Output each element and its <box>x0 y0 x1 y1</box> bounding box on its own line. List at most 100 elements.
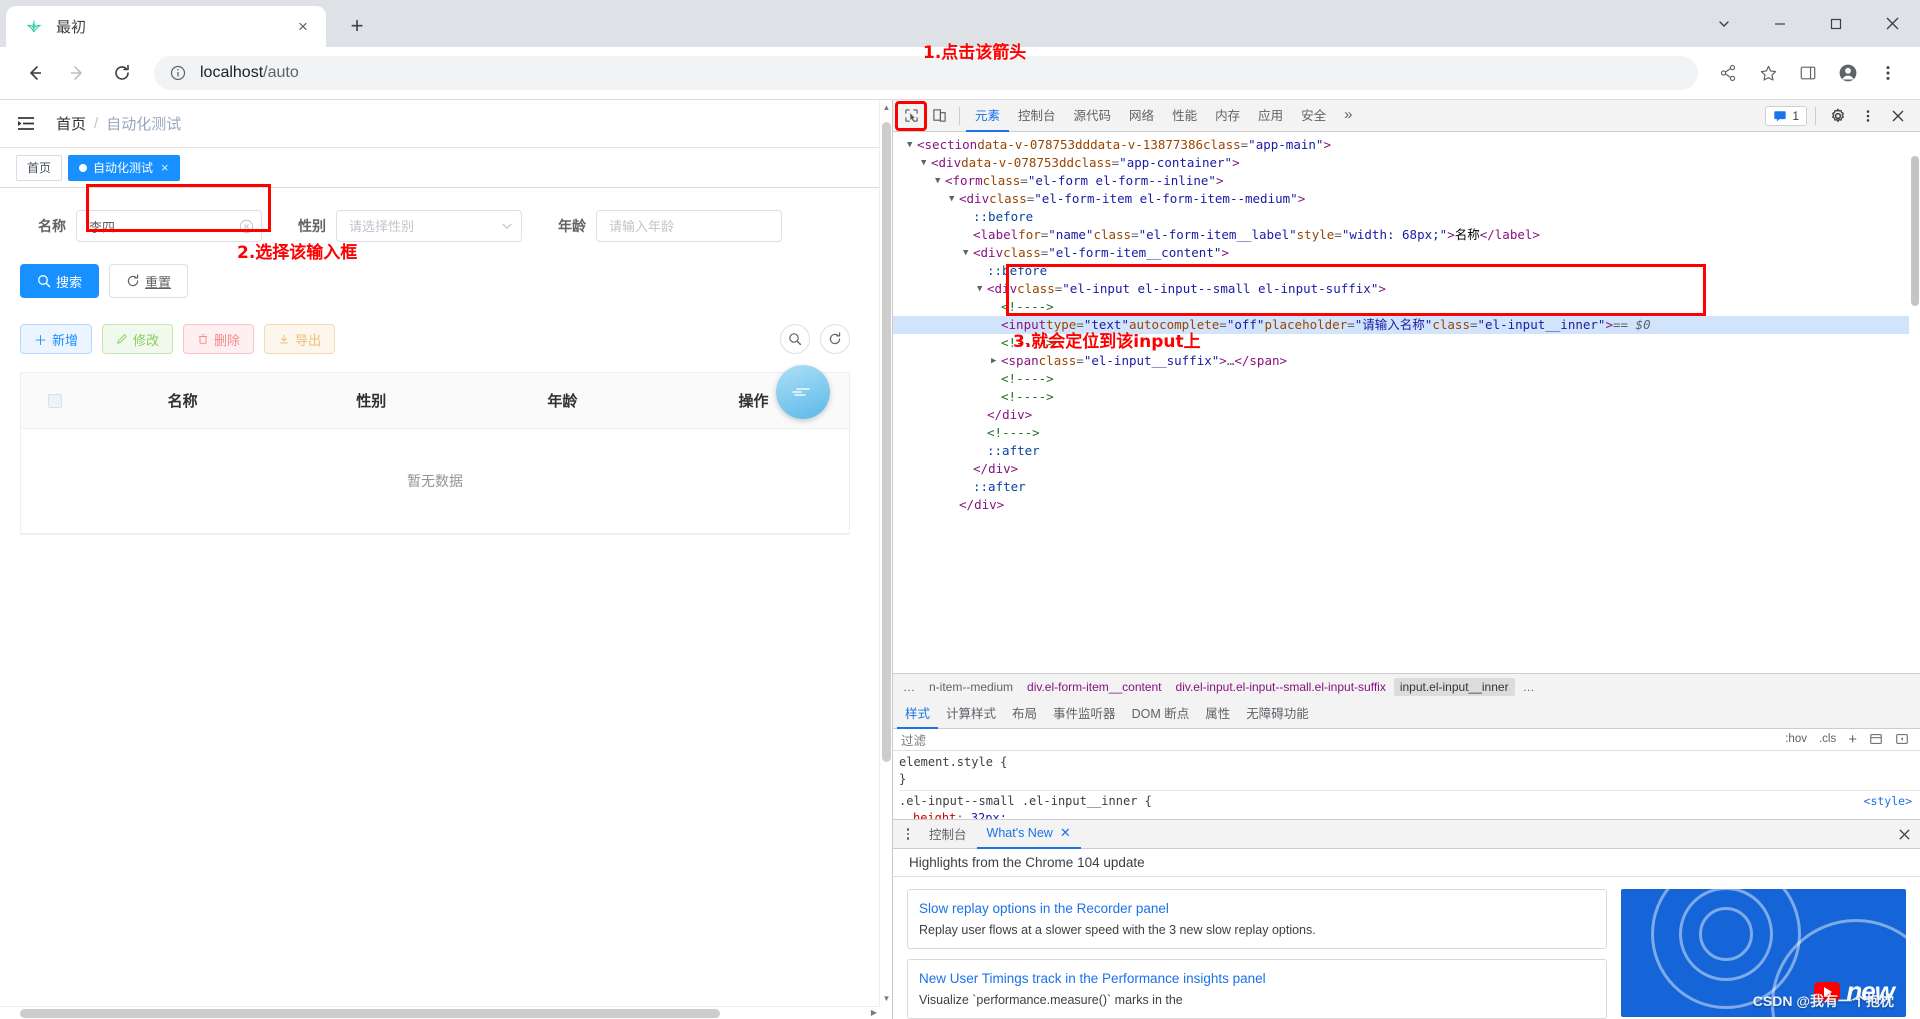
page-vertical-scrollbar[interactable]: ▲ ▼ <box>879 100 892 1019</box>
breadcrumb-el-input[interactable]: div.el-input.el-input--small.el-input-su… <box>1170 678 1392 696</box>
tag-item-home[interactable]: 首页 <box>16 154 63 181</box>
dom-tree-line[interactable]: ▼ < div data-v-078753dd class = "app-contain… <box>893 154 1920 172</box>
kebab-menu-icon[interactable] <box>1871 56 1905 90</box>
message-badge[interactable]: 1 <box>1765 105 1807 126</box>
scroll-up-arrow-icon[interactable]: ▲ <box>882 103 891 112</box>
gender-select[interactable] <box>336 210 522 242</box>
card-title[interactable]: Slow replay options in the Recorder pane… <box>919 899 1595 918</box>
inspect-element-icon[interactable] <box>895 100 927 131</box>
dom-tree-line[interactable]: ::after <box>893 478 1920 496</box>
filter-hov-toggle[interactable]: :hov <box>1782 733 1810 745</box>
delete-button[interactable]: 删除 <box>183 324 255 354</box>
devtools-tab-console[interactable]: 控制台 <box>1009 100 1065 132</box>
dom-tree-line[interactable]: ▼ < div class = "el-input el-input--small el… <box>893 280 1920 298</box>
scroll-right-arrow-icon[interactable]: ▶ <box>871 1008 877 1017</box>
styles-tab-event-listeners[interactable]: 事件监听器 <box>1045 699 1124 729</box>
devtools-close-icon[interactable] <box>1884 103 1912 129</box>
devtools-tab-performance[interactable]: 性能 <box>1163 100 1206 132</box>
table-header-age[interactable]: 年龄 <box>467 390 658 411</box>
tag-item-auto-test[interactable]: 自动化测试 × <box>68 154 180 181</box>
new-tab-button[interactable]: + <box>340 9 374 43</box>
dom-tree-line[interactable]: ::before <box>893 262 1920 280</box>
tab-close-icon[interactable]: × <box>292 16 314 38</box>
filter-cls-toggle[interactable]: .cls <box>1816 733 1839 745</box>
tag-close-icon[interactable]: × <box>161 160 169 175</box>
tab-search-chevron-icon[interactable] <box>1696 0 1752 47</box>
maximize-icon[interactable] <box>1808 0 1864 47</box>
chevron-down-icon[interactable] <box>500 210 514 242</box>
forward-arrow-icon[interactable] <box>60 55 96 91</box>
back-arrow-icon[interactable] <box>16 55 52 91</box>
hamburger-icon[interactable] <box>16 112 40 136</box>
style-rule-source[interactable]: <style> <box>1864 793 1912 810</box>
info-circle-icon[interactable] <box>168 63 188 83</box>
dom-tree-line[interactable]: <!----> <box>893 298 1920 316</box>
whats-new-video-thumbnail[interactable]: new CSDN @我有一个抱枕 <box>1621 889 1906 1017</box>
drawer-tab-close-icon[interactable]: ✕ <box>1060 825 1071 841</box>
devtools-tab-sources[interactable]: 源代码 <box>1065 100 1121 132</box>
reload-icon[interactable] <box>104 55 140 91</box>
dom-tree-line[interactable]: ▶ < span class = "el-input__suffix" >… </span> <box>893 352 1920 370</box>
table-header-name[interactable]: 名称 <box>90 390 276 411</box>
chat-ball-icon[interactable] <box>776 365 830 419</box>
add-button[interactable]: ＋ 新增 <box>20 324 93 354</box>
gear-icon[interactable] <box>1824 103 1852 129</box>
styles-tab-styles[interactable]: 样式 <box>897 699 939 729</box>
page-horizontal-scrollbar[interactable]: ▶ <box>0 1006 880 1019</box>
table-header-gender[interactable]: 性别 <box>276 390 467 411</box>
dom-tree-line[interactable]: ::after <box>893 442 1920 460</box>
dom-tree-line[interactable]: < label for = "name" class = "el-form-item__l… <box>893 226 1920 244</box>
search-button[interactable]: 搜索 <box>20 264 100 298</box>
profile-icon[interactable] <box>1831 56 1865 90</box>
devtools-kebab-menu-icon[interactable] <box>1854 103 1882 129</box>
style-rule-element-style[interactable]: element.style { } <box>899 754 1920 791</box>
styles-filter-input[interactable]: 过滤 <box>901 730 1776 749</box>
dom-tree-line[interactable]: ::before <box>893 208 1920 226</box>
page-vertical-scroll-thumb[interactable] <box>882 122 891 762</box>
table-refresh-icon[interactable] <box>820 324 850 354</box>
scroll-down-arrow-icon[interactable]: ▼ <box>882 994 891 1003</box>
devtools-more-tabs[interactable]: » <box>1335 100 1361 132</box>
dom-tree-scroll-thumb[interactable] <box>1911 156 1919 306</box>
styles-tab-properties[interactable]: 属性 <box>1197 699 1238 729</box>
devtools-tab-network[interactable]: 网络 <box>1120 100 1163 132</box>
devtools-tab-elements[interactable]: 元素 <box>966 100 1010 132</box>
drawer-tab-whats-new[interactable]: What's New ✕ <box>976 820 1081 849</box>
dom-tree-line[interactable]: ▼ < section data-v-078753dd data-v-1387738… <box>893 136 1920 154</box>
styles-tab-computed[interactable]: 计算样式 <box>938 699 1004 729</box>
device-toolbar-icon[interactable] <box>925 103 953 129</box>
window-close-icon[interactable] <box>1864 0 1920 47</box>
export-button[interactable]: 导出 <box>264 324 336 354</box>
breadcrumb-ellipsis-left[interactable]: … <box>897 678 921 696</box>
star-icon[interactable] <box>1751 56 1785 90</box>
dom-tree-line[interactable]: </div > <box>893 406 1920 424</box>
age-input[interactable] <box>596 210 782 242</box>
devtools-tab-memory[interactable]: 内存 <box>1206 100 1249 132</box>
table-search-icon[interactable] <box>780 324 810 354</box>
breadcrumb-input-inner[interactable]: input.el-input__inner <box>1393 677 1515 696</box>
reset-button[interactable]: 重置 <box>109 264 189 298</box>
filter-new-rule-button[interactable]: + <box>1845 731 1860 748</box>
drawer-tab-console[interactable]: 控制台 <box>919 820 977 849</box>
breadcrumb-home[interactable]: 首页 <box>56 113 86 134</box>
devtools-tab-security[interactable]: 安全 <box>1292 100 1335 132</box>
whats-new-card[interactable]: New User Timings track in the Performanc… <box>907 959 1607 1019</box>
styles-rules[interactable]: element.style { } <style> .el-input--sma… <box>893 751 1920 819</box>
card-title[interactable]: New User Timings track in the Performanc… <box>919 969 1595 988</box>
styles-tab-layout[interactable]: 布局 <box>1004 699 1045 729</box>
computed-sidebar-icon[interactable] <box>1866 729 1886 749</box>
styles-panel-toggle-icon[interactable] <box>1892 729 1912 749</box>
minimize-icon[interactable] <box>1752 0 1808 47</box>
dom-tree[interactable]: ▼ < section data-v-078753dd data-v-1387738… <box>893 132 1920 673</box>
sidepanel-icon[interactable] <box>1791 56 1825 90</box>
breadcrumb-form-item-content[interactable]: div.el-form-item__content <box>1021 678 1168 696</box>
drawer-more-tools-icon[interactable] <box>897 828 919 840</box>
dom-tree-line[interactable]: </div > <box>893 460 1920 478</box>
styles-tab-accessibility[interactable]: 无障碍功能 <box>1238 699 1317 729</box>
styles-tab-dom-breakpoints[interactable]: DOM 断点 <box>1124 699 1198 729</box>
whats-new-card[interactable]: Slow replay options in the Recorder pane… <box>907 889 1607 949</box>
style-declaration[interactable]: height: 32px; <box>899 810 1920 819</box>
dom-tree-line[interactable]: </div > <box>893 496 1920 514</box>
browser-tab[interactable]: 最初 × <box>6 6 326 47</box>
dom-tree-line[interactable]: <!----> <box>893 370 1920 388</box>
